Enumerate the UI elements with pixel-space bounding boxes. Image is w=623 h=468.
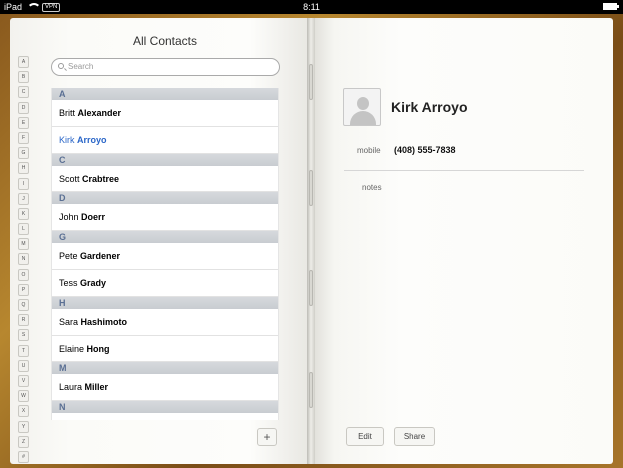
spine-ring	[309, 64, 313, 100]
index-letter-tab[interactable]: B	[18, 71, 29, 84]
last-name: Grady	[80, 277, 107, 288]
add-contact-button[interactable]: +	[257, 428, 277, 446]
battery-icon	[603, 3, 619, 10]
index-letter-tab[interactable]: Z	[18, 435, 29, 448]
first-name: John	[59, 212, 79, 223]
section-header: M	[52, 362, 278, 375]
index-letter-tab[interactable]: T	[18, 344, 29, 357]
index-letter-tab[interactable]: X	[18, 405, 29, 418]
contact-name: Kirk Arroyo	[391, 99, 468, 115]
last-name: Hong	[86, 343, 110, 354]
list-item[interactable]: Tess Grady	[52, 269, 278, 297]
divider	[344, 170, 584, 171]
index-letter-tab[interactable]: E	[18, 116, 29, 129]
last-name: Hashimoto	[80, 316, 128, 327]
index-letter-tab[interactable]: R	[18, 314, 29, 327]
list-item[interactable]: John Doerr	[52, 204, 278, 232]
index-letter-tab[interactable]: Q	[18, 299, 29, 311]
first-name: Tess	[59, 277, 78, 288]
list-item[interactable]: Scott Crabtree	[52, 165, 278, 193]
first-name: Sara	[59, 316, 79, 327]
section-header: H	[52, 296, 278, 309]
index-letter-tab[interactable]: O	[18, 268, 29, 281]
index-letter-tab[interactable]: L	[18, 223, 29, 236]
last-name: Doerr	[81, 212, 106, 223]
first-name: Britt	[59, 108, 76, 118]
first-name: Kirk	[59, 134, 75, 145]
list-item[interactable]: Kirk Arroyo	[52, 126, 278, 154]
alphabet-index[interactable]: A B C D E F G H I J K L M N O P Q R S T U V W X Y Z #	[18, 56, 30, 466]
share-button[interactable]: Share	[394, 427, 435, 446]
edit-button[interactable]: Edit	[346, 427, 384, 446]
phone-label: mobile	[357, 146, 381, 155]
spine-ring	[309, 372, 313, 408]
index-letter-tab[interactable]: W	[18, 390, 29, 403]
list-item[interactable]: Laura Miller	[52, 374, 278, 402]
section-header: A	[52, 88, 278, 100]
index-letter-tab[interactable]: P	[18, 283, 29, 296]
list-item[interactable]: Britt Alexander	[52, 100, 278, 127]
index-letter-tab[interactable]: M	[18, 238, 29, 251]
index-letter-tab[interactable]: V	[18, 374, 29, 387]
person-body-icon	[350, 111, 376, 125]
index-letter-tab[interactable]: Y	[18, 420, 29, 433]
phone-value[interactable]: (408) 555-7838	[394, 145, 456, 155]
index-letter-tab[interactable]: A	[18, 56, 29, 68]
spine-ring	[309, 170, 313, 206]
last-name: Arroyo	[77, 134, 107, 145]
first-name: Elaine	[59, 343, 85, 354]
right-page	[310, 18, 613, 464]
index-letter-tab[interactable]: G	[18, 147, 29, 160]
section-header: G	[52, 231, 278, 244]
first-name: Scott	[59, 173, 80, 184]
last-name: Crabtree	[82, 173, 120, 184]
notes-label: notes	[362, 183, 382, 192]
index-letter-tab[interactable]: U	[18, 359, 29, 372]
index-letter-tab[interactable]: N	[18, 253, 29, 266]
index-letter-tab[interactable]: K	[18, 207, 29, 220]
status-bar: iPad VPN 8:11	[0, 0, 623, 14]
index-letter-tab[interactable]: C	[18, 86, 29, 99]
clock: 8:11	[303, 2, 320, 12]
section-header: C	[52, 153, 278, 166]
index-letter-tab[interactable]: #	[18, 450, 29, 463]
index-letter-tab[interactable]: F	[18, 131, 29, 144]
last-name: Gardener	[80, 251, 121, 262]
index-letter-tab[interactable]: H	[18, 162, 29, 175]
search-icon	[58, 63, 64, 69]
list-item[interactable]: Elaine Hong	[52, 335, 278, 363]
first-name: Pete	[59, 251, 78, 262]
list-item[interactable]: Pete Gardener	[52, 243, 278, 270]
list-item[interactable]: Sara Hashimoto	[52, 308, 278, 336]
index-letter-tab[interactable]: S	[18, 329, 29, 342]
avatar[interactable]	[343, 88, 381, 126]
index-letter-tab[interactable]: I	[18, 177, 29, 190]
search-placeholder: Search	[68, 62, 94, 71]
last-name: Alexander	[77, 108, 122, 118]
index-letter-tab[interactable]: J	[18, 192, 29, 205]
person-head-icon	[357, 97, 369, 110]
last-name: Miller	[84, 382, 109, 393]
spine-ring	[309, 270, 313, 306]
section-header: N	[52, 401, 278, 414]
page-title: All Contacts	[132, 34, 198, 48]
index-letter-tab[interactable]: D	[18, 101, 29, 114]
first-name: Laura	[59, 382, 83, 393]
search-input[interactable]: Search	[51, 58, 280, 76]
section-header: D	[52, 192, 278, 205]
contacts-list[interactable]: A Britt Alexander Kirk Arroyo C Scott Crabtr…	[51, 88, 279, 420]
